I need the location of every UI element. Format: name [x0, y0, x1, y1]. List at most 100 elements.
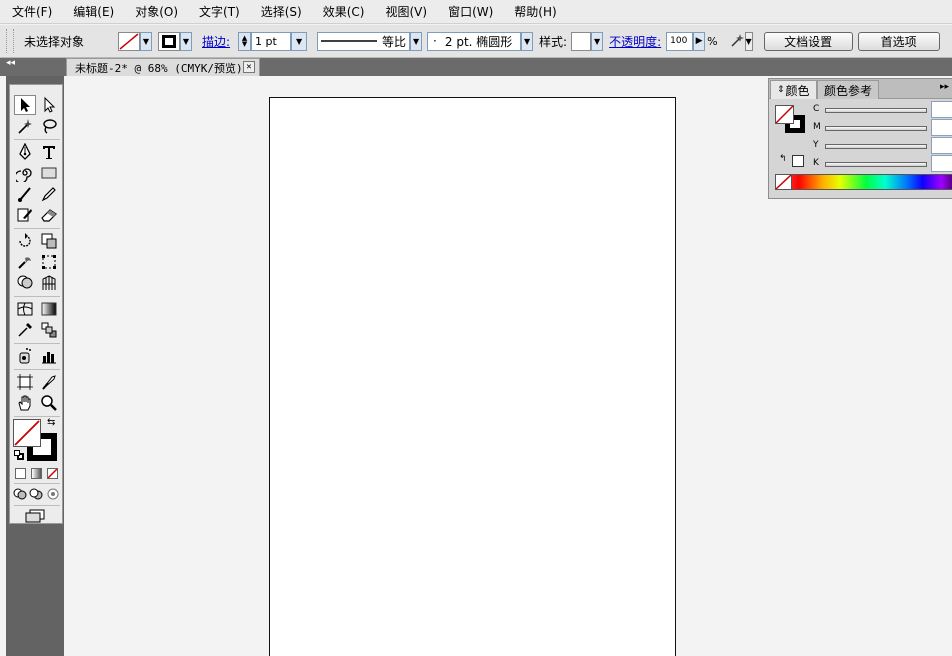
- rotate-tool-icon[interactable]: [14, 231, 36, 251]
- menu-edit[interactable]: 编辑(E): [73, 3, 114, 20]
- tab-options-icon[interactable]: ⇕: [777, 85, 785, 95]
- stroke-link[interactable]: 描边:: [202, 33, 230, 50]
- menu-file[interactable]: 文件(F): [12, 3, 52, 20]
- none-fill-icon: [119, 32, 139, 50]
- channel-y-input[interactable]: [931, 137, 952, 154]
- graphic-style-swatch[interactable]: [571, 31, 592, 51]
- scale-tool-icon[interactable]: [38, 231, 60, 251]
- direct-selection-tool-icon[interactable]: [38, 95, 60, 115]
- tab-color-guide[interactable]: 颜色参考: [817, 80, 880, 99]
- column-graph-tool-icon[interactable]: [38, 346, 60, 366]
- artboard[interactable]: [269, 97, 676, 656]
- recolor-dropdown[interactable]: ▼: [744, 31, 753, 51]
- slice-tool-icon[interactable]: [38, 372, 60, 392]
- color-panel: ⇕ 颜色 颜色参考 ▸▸ ↰ C M Y K: [768, 78, 952, 199]
- profile-dropdown[interactable]: ▼: [410, 31, 423, 51]
- control-bar-grip[interactable]: [6, 29, 14, 53]
- close-icon[interactable]: ✕: [243, 61, 255, 73]
- pencil-tool-icon[interactable]: [38, 184, 60, 204]
- blob-brush-tool-icon[interactable]: [14, 205, 36, 225]
- stroke-weight-spinner[interactable]: ▲ ▼: [238, 31, 252, 51]
- gradient-tool-icon[interactable]: [38, 299, 60, 319]
- color-spectrum-bar[interactable]: [775, 174, 952, 190]
- tab-color[interactable]: ⇕ 颜色: [770, 80, 817, 99]
- default-fill-stroke-icon[interactable]: [14, 450, 24, 460]
- spiral-tool-icon[interactable]: [14, 163, 36, 183]
- document-tab[interactable]: 未标题-2* @ 68% (CMYK/预览) ✕: [66, 58, 260, 76]
- menu-window[interactable]: 窗口(W): [448, 3, 493, 20]
- panel-menu-icon[interactable]: ▸▸: [940, 82, 949, 92]
- fill-dropdown[interactable]: ▼: [140, 31, 152, 51]
- stroke-dropdown[interactable]: ▼: [180, 31, 192, 51]
- magic-wand-tool-icon[interactable]: [14, 116, 36, 136]
- channel-m-slider[interactable]: [825, 126, 927, 131]
- style-label: 样式:: [539, 34, 568, 49]
- opacity-field[interactable]: 100: [666, 31, 694, 51]
- channel-m-input[interactable]: [931, 119, 952, 136]
- channel-c-input[interactable]: [931, 101, 952, 118]
- stroke-weight-dropdown[interactable]: ▼: [291, 31, 308, 51]
- panel-fill-box[interactable]: [775, 105, 794, 124]
- eraser-tool-icon[interactable]: [38, 205, 60, 225]
- color-mode-icon[interactable]: [15, 468, 26, 479]
- menu-object[interactable]: 对象(O): [135, 3, 178, 20]
- gradient-mode-icon[interactable]: [31, 468, 42, 479]
- paintbrush-tool-icon[interactable]: [14, 184, 36, 204]
- brush-definition[interactable]: · 2 pt. 椭圆形: [427, 31, 522, 51]
- fill-swatch[interactable]: [118, 31, 140, 51]
- spectrum-none-swatch[interactable]: [776, 175, 792, 189]
- last-color-swatch[interactable]: [792, 155, 804, 167]
- variable-width-profile[interactable]: 等比: [317, 31, 411, 51]
- collapse-toolbox-icon[interactable]: ◂◂: [6, 58, 15, 68]
- selection-tool-icon[interactable]: [14, 95, 36, 115]
- perspective-grid-tool-icon[interactable]: [38, 273, 60, 293]
- channel-c-slider[interactable]: [825, 108, 927, 113]
- toolbox-divider: [14, 505, 60, 506]
- symbol-sprayer-tool-icon[interactable]: [14, 346, 36, 366]
- fill-color-box[interactable]: [13, 419, 41, 447]
- graphic-style-dropdown[interactable]: ▼: [591, 31, 604, 51]
- draw-normal-icon[interactable]: [13, 487, 27, 501]
- zoom-tool-icon[interactable]: [38, 393, 60, 413]
- menu-effect[interactable]: 效果(C): [323, 3, 365, 20]
- tools-container: ⇆: [9, 84, 63, 524]
- brush-dropdown[interactable]: ▼: [521, 31, 534, 51]
- tab-color-guide-label: 颜色参考: [824, 83, 873, 98]
- mesh-tool-icon[interactable]: [14, 299, 36, 319]
- hand-tool-icon[interactable]: [14, 393, 36, 413]
- rectangle-tool-icon[interactable]: [38, 163, 60, 183]
- stroke-swatch[interactable]: [158, 31, 180, 51]
- type-tool-icon[interactable]: [38, 142, 60, 162]
- menu-help[interactable]: 帮助(H): [514, 3, 556, 20]
- draw-behind-icon[interactable]: [29, 487, 43, 501]
- opacity-unit: %: [707, 34, 718, 48]
- channel-y-slider[interactable]: [825, 144, 927, 149]
- lasso-tool-icon[interactable]: [38, 116, 60, 136]
- swap-fill-stroke-icon[interactable]: ⇆: [47, 417, 59, 429]
- menu-select[interactable]: 选择(S): [261, 3, 302, 20]
- stroke-weight-field[interactable]: 1 pt: [251, 31, 292, 51]
- preferences-button[interactable]: 首选项: [857, 31, 940, 51]
- draw-inside-icon[interactable]: [46, 487, 60, 501]
- shape-builder-tool-icon[interactable]: [14, 273, 36, 293]
- warp-tool-icon[interactable]: [14, 252, 36, 272]
- channel-k-input[interactable]: [931, 155, 952, 172]
- reset-arrow-icon[interactable]: ↰: [779, 154, 787, 164]
- document-setup-button[interactable]: 文档设置: [763, 31, 853, 51]
- opacity-link[interactable]: 不透明度:: [609, 33, 661, 50]
- pen-tool-icon[interactable]: [14, 142, 36, 162]
- recolor-artwork-icon[interactable]: [729, 32, 745, 50]
- toolbox-divider: [14, 483, 60, 484]
- menu-type[interactable]: 文字(T): [199, 3, 240, 20]
- menu-view[interactable]: 视图(V): [385, 3, 427, 20]
- artboard-tool-icon[interactable]: [14, 372, 36, 392]
- screen-mode-icon[interactable]: [24, 509, 48, 523]
- blend-tool-icon[interactable]: [38, 320, 60, 340]
- tab-color-label: 颜色: [785, 83, 810, 98]
- none-mode-icon[interactable]: [47, 468, 58, 479]
- channel-k-slider[interactable]: [825, 162, 927, 167]
- eyedropper-tool-icon[interactable]: [14, 320, 36, 340]
- free-transform-tool-icon[interactable]: [38, 252, 60, 272]
- control-bar: 未选择对象 ▼ ▼ 描边: ▲ ▼ 1 pt ▼ 等比 ▼ · 2 pt. 椭圆形…: [0, 25, 952, 58]
- opacity-dropdown[interactable]: ▶: [693, 31, 706, 51]
